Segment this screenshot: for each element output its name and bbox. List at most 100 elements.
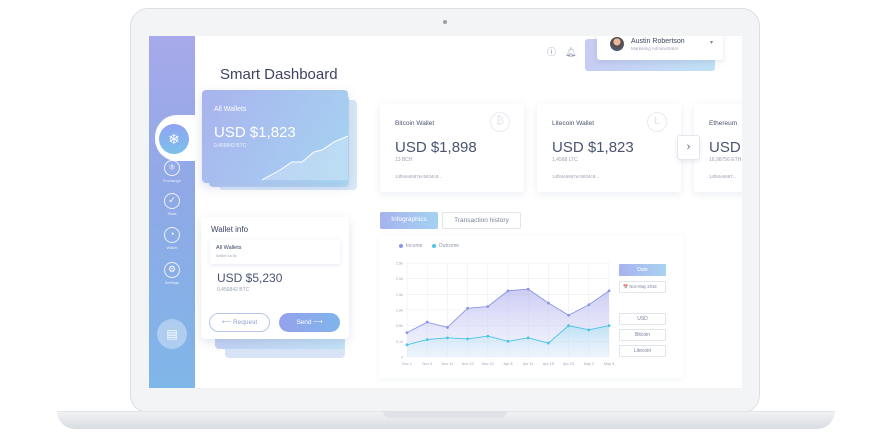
income-point [567,313,570,317]
sidebar: ❄ ⚛ Exchange ✓ Stats ◔ Wallet ⚙ Settings… [149,36,195,388]
x-tick-label: Nov 1 [402,362,412,366]
bell-icon[interactable]: 🔔︎ [565,47,576,58]
sidebar-item-exchange[interactable]: ⚛ Exchange [149,160,195,183]
camera-dot [443,20,447,24]
sidebar-item-settings[interactable]: ⚙ Settings [149,262,195,285]
avatar [610,37,624,51]
y-tick-label: 0,5k [396,324,403,328]
app-screen: ❄ ⚛ Exchange ✓ Stats ◔ Wallet ⚙ Settings… [149,36,742,388]
y-tick-label: 2,5k [396,262,403,266]
outcome-point [466,337,469,341]
date-range-picker[interactable]: 📅 Nov-May 2018 [619,281,666,293]
outcome-point [446,336,449,340]
wallet-amount: USD $1,898 [395,139,477,156]
request-button[interactable]: ⟵ Request [209,313,270,332]
x-tick-label: Apr 15 [543,362,554,366]
wallet-info-card: Wallet info All Wallets Wallet 5a 8c USD… [201,217,349,339]
income-point [506,289,510,293]
outcome-point [567,324,570,328]
all-wallets-card[interactable]: All Wallets USD $1,823 0,456842 BTC [202,90,348,183]
check-icon: ✓ [164,193,180,209]
sidebar-item-label: Stats [167,211,177,216]
x-tick-label: Nov 11 [442,362,454,366]
outcome-point [547,341,550,345]
all-wallets-btc: 0,456842 BTC [214,143,247,149]
income-point [446,326,449,329]
wallet-name: Litecoin Wallet [552,120,595,127]
currency-usd-button[interactable]: USD [619,313,666,325]
wallet-select[interactable]: All Wallets Wallet 5a 8c [210,240,340,264]
income-point [486,305,490,308]
profile-name: Austin Robertson [631,37,685,45]
litecoin-icon: Ł [647,112,667,132]
all-wallets-label: All Wallets [214,106,247,113]
income-point [547,301,550,305]
income-point [607,289,611,293]
wallet-select-title: All Wallets [216,245,242,251]
sidebar-item-stats[interactable]: ✓ Stats [149,193,195,216]
wallet-address: 14f84e5687ec5834c8... [395,174,443,179]
litecoin-wallet-card[interactable]: Litecoin Wallet Ł USD $1,823 1,4568 LTC … [537,104,681,192]
sidebar-item-label: Settings [164,280,180,285]
income-point [526,287,530,291]
x-tick-label: Nov 22 [482,362,494,366]
laptop-notch [383,411,507,418]
wallet-balance: 1,4568 LTC [552,157,578,163]
currency-litecoin-button[interactable]: Litecoin [619,345,666,357]
x-tick-label: Apr 11 [523,362,534,366]
send-button[interactable]: Send ⟶ [279,313,340,332]
outcome-point [425,338,429,341]
settings-icon: ⚙ [164,262,180,278]
header-icons: ⓘ 🔔︎ [547,45,585,58]
profile-role: Marketing Administrator [631,45,679,51]
tab-transaction-history[interactable]: Transaction history [442,212,521,229]
currency-bitcoin-button[interactable]: Bitcoin [619,329,666,341]
wallet-name: Ethereum [709,120,738,127]
x-tick-label: May 3 [584,362,594,366]
x-tick-label: Nov 5 [422,362,432,366]
wallet-info-title: Wallet info [211,225,249,234]
gauge-icon: ◔ [164,227,180,243]
y-tick-label: 0,1k [396,340,403,344]
wallet-address: 14f84e5687ec5834c8... [552,174,600,179]
wallet-balance: 13 BCH [395,157,413,163]
tab-infographics[interactable]: Infographics [380,212,438,229]
wallet-amount: USD $1,823 [552,139,634,156]
y-tick-label: 1,5k [396,293,403,297]
wallet-name: Bitcoin Wallet [395,120,435,127]
wallet-address: 14f84e5687... [709,174,737,179]
sidebar-item-label: Wallet [166,245,178,250]
income-point [405,331,409,335]
y-tick-label: 0 [401,356,403,360]
outcome-point [607,324,611,328]
y-tick-label: 2,0k [396,277,403,281]
outcome-point [526,336,530,340]
x-tick-label: Apr 22 [563,362,574,366]
date-label: Date [619,264,666,276]
snowflake-icon[interactable]: ❄ [159,124,189,154]
sidebar-item-label: Exchange [163,178,181,183]
x-tick-label: Apr 8 [503,362,512,366]
wallet-info-btc: 0,456842 BTC [217,287,250,293]
outcome-point [405,343,409,347]
info-icon[interactable]: ⓘ [547,45,556,58]
ethereum-wallet-card[interactable]: Ethereum USD 16,98756 ETH 14f84e5687... [694,104,742,192]
document-icon[interactable]: ▤ [157,319,187,349]
income-point [425,320,429,324]
income-point [587,303,591,307]
x-tick-label: Nov 15 [462,362,474,366]
outcome-point [506,339,510,343]
chevron-down-icon[interactable]: ▾ [710,39,713,46]
bitcoin-wallet-card[interactable]: Bitcoin Wallet ₿ USD $1,898 13 BCH 14f84… [380,104,524,192]
next-wallet-button[interactable]: › [677,135,700,160]
profile-dropdown[interactable]: Austin Robertson Marketing Administrator… [597,36,723,60]
outcome-point [587,328,591,332]
bitcoin-icon: ₿ [490,112,510,132]
wallet-info-amount: USD $5,230 [217,271,283,285]
wallet-balance: 16,98756 ETH [709,157,742,163]
sparkline-icon [262,135,348,180]
wallet-select-sub: Wallet 5a 8c [216,254,237,258]
atom-icon: ⚛ [164,160,180,176]
outcome-point [486,334,490,338]
sidebar-item-wallet[interactable]: ◔ Wallet [149,227,195,250]
